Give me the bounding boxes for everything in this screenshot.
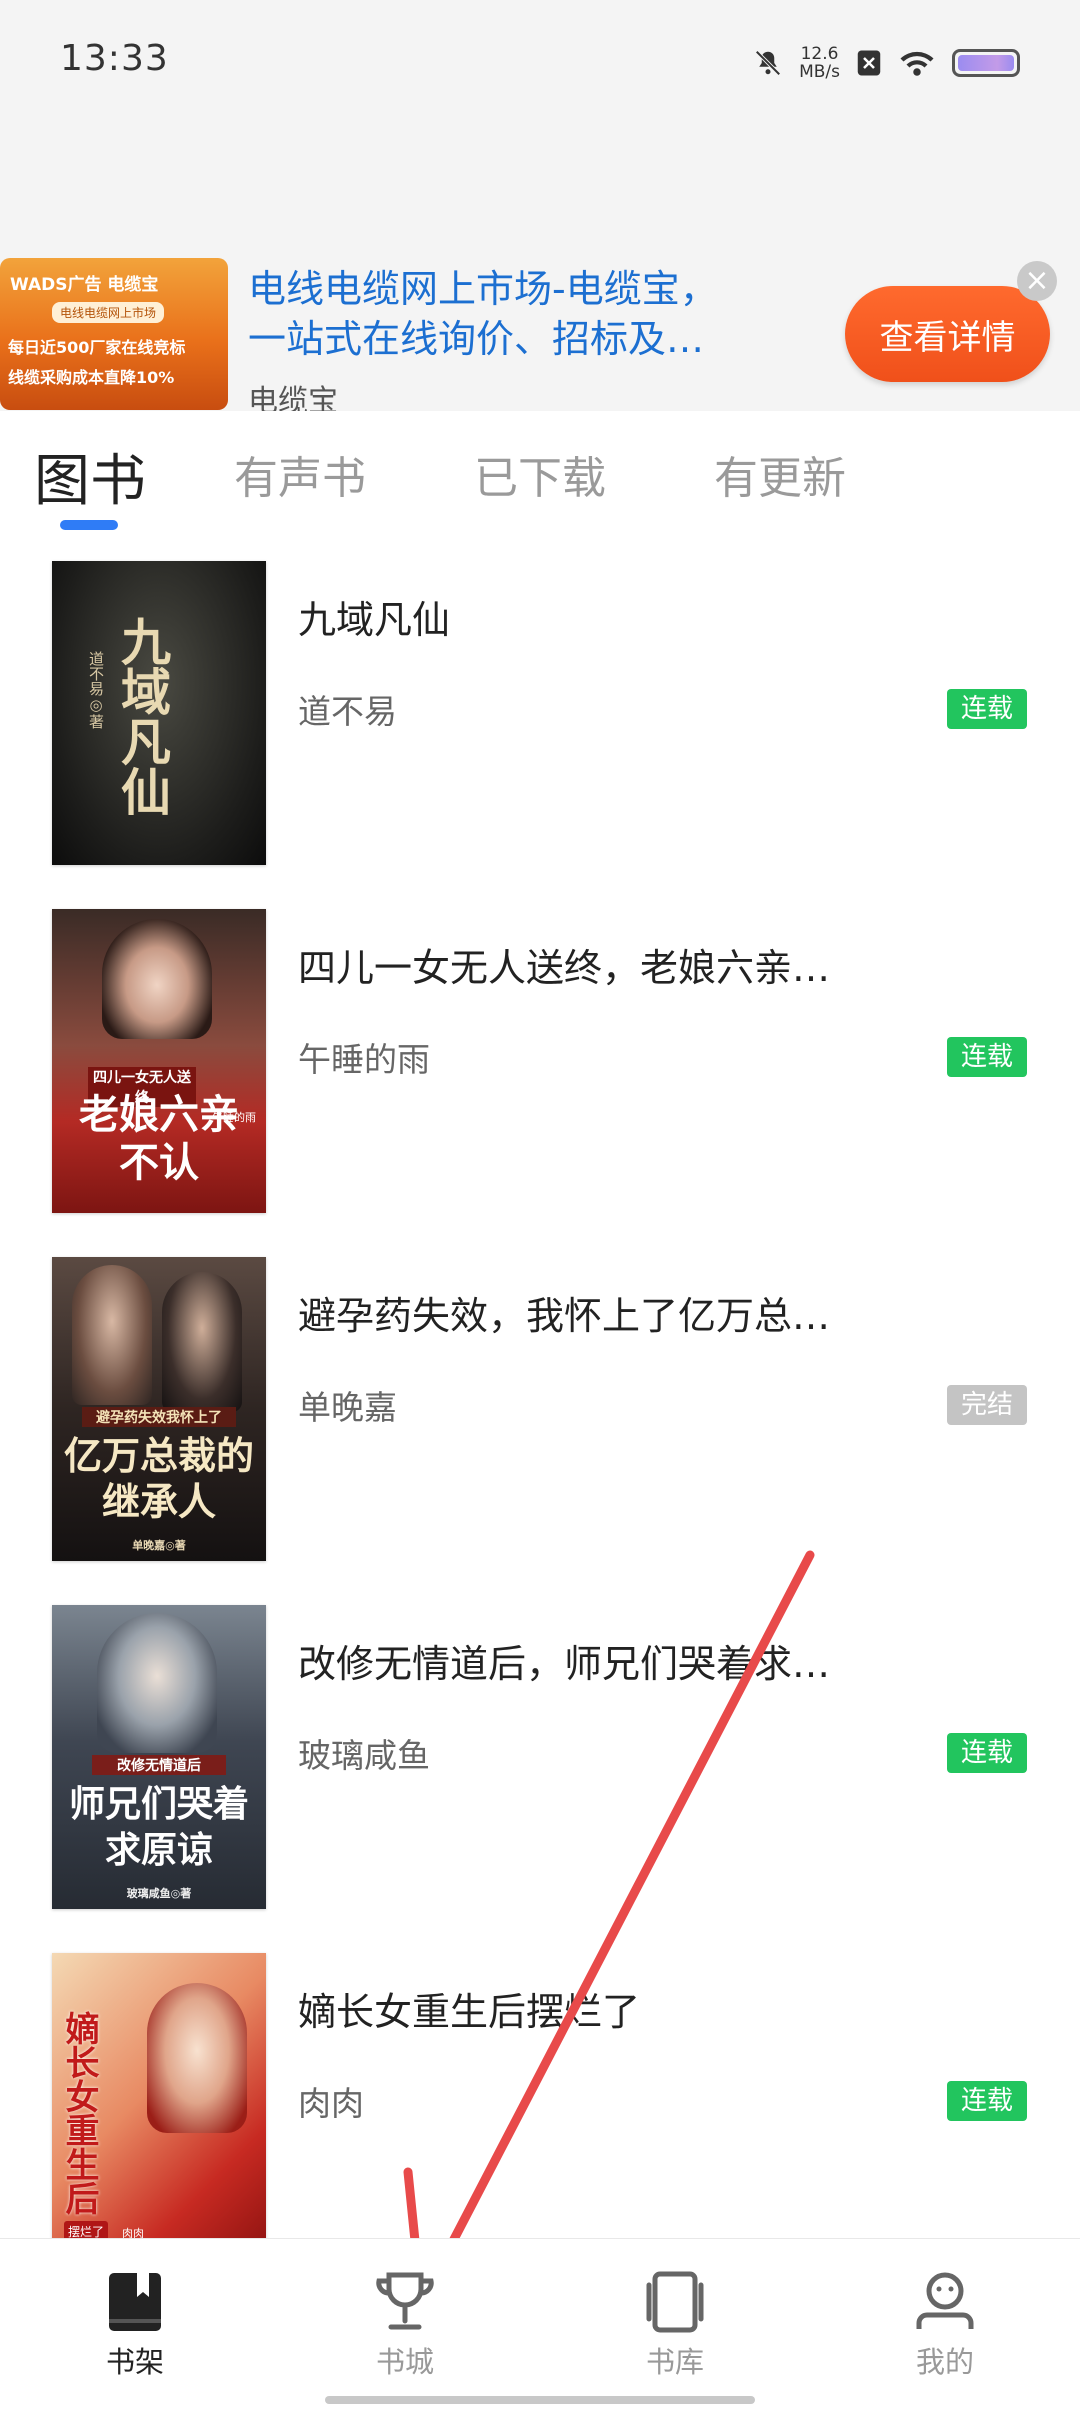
nav-bookshelf[interactable]: 书架 [0, 2239, 270, 2389]
book-cover[interactable]: 避孕药失效我怀上了 亿万总裁的继承人 单晚嘉◎著 [52, 1257, 266, 1561]
book-cover[interactable]: 嫡长女重生后 摆烂了 肉肉 [52, 1953, 266, 2257]
tab-active-indicator [60, 520, 118, 530]
status-time: 13:33 [60, 38, 169, 79]
tab-downloaded[interactable]: 已下载 [474, 442, 606, 506]
book-cover[interactable]: 改修无情道后 师兄们哭着求原谅 玻璃咸鱼◎著 [52, 1605, 266, 1909]
list-item[interactable]: 九域凡仙 道不易◎著 九域凡仙 道不易 连载 [0, 545, 1080, 893]
ad-banner[interactable]: WADS广告 电缆宝 电线电缆网上市场 每日近500厂家在线竞标 线缆采购成本直… [0, 256, 1080, 411]
mute-bell-icon [753, 48, 783, 78]
cover-title: 亿万总裁的继承人 [63, 1433, 254, 1524]
status-badge: 连载 [947, 689, 1028, 729]
cover-author: 午睡的雨 [212, 1111, 256, 1124]
ad-cta-button[interactable]: 查看详情 [845, 286, 1050, 382]
bookshelf-icon [109, 2273, 161, 2331]
profile-icon [916, 2272, 974, 2329]
nav-profile-label: 我的 [915, 2345, 974, 2379]
status-badge: 连载 [947, 1733, 1028, 1773]
book-title: 嫡长女重生后摆烂了 [298, 1990, 641, 2034]
ad-source: 电缆宝 [248, 384, 338, 411]
ad-thumb-line2: 线缆采购成本直降10% [8, 368, 175, 387]
ad-thumb-brand: WADS广告 电缆宝 [10, 275, 159, 295]
status-badge: 连载 [947, 1037, 1028, 1077]
ad-thumb-tag: 电线电缆网上市场 [52, 302, 165, 323]
cover-illustration [147, 1983, 247, 2133]
bottom-nav: 书架 书城 书库 我的 [0, 2238, 1080, 2409]
cover-illustration [102, 919, 212, 1039]
ad-title-line2: 一站式在线询价、招标及… [248, 317, 705, 361]
ad-thumbnail[interactable]: WADS广告 电缆宝 电线电缆网上市场 每日近500厂家在线竞标 线缆采购成本直… [0, 258, 228, 410]
close-box-icon [856, 48, 882, 78]
ad-title-line1: 电线电缆网上市场-电缆宝， [248, 267, 718, 311]
nav-profile[interactable]: 我的 [810, 2239, 1080, 2389]
nav-bookstore[interactable]: 书城 [270, 2239, 540, 2389]
nav-bookshelf-label: 书架 [105, 2345, 164, 2379]
book-title: 九域凡仙 [298, 598, 451, 642]
net-speed-value: 12.6 [800, 44, 839, 64]
cover-illustration-left [72, 1265, 152, 1405]
tab-updated[interactable]: 有更新 [714, 442, 846, 506]
cover-author: 玻璃咸鱼◎著 [126, 1887, 192, 1900]
list-item[interactable]: 改修无情道后 师兄们哭着求原谅 玻璃咸鱼◎著 改修无情道后，师兄们哭着求… 玻璃… [0, 1589, 1080, 1937]
nav-bookstore-label: 书城 [375, 2345, 434, 2379]
ad-close-icon[interactable]: × [1017, 261, 1057, 301]
net-speed-unit: MB/s [799, 62, 840, 82]
cover-author: 单晚嘉◎著 [132, 1539, 186, 1552]
cover-title: 老娘六亲不认 [79, 1091, 239, 1186]
book-author: 午睡的雨 [298, 1040, 430, 1079]
cover-author: 道不易◎著 [87, 651, 105, 729]
cover-subtitle: 避孕药失效我怀上了 [82, 1407, 236, 1427]
book-cover[interactable]: 九域凡仙 道不易◎著 [52, 561, 266, 865]
net-speed: 12.6 MB/s [799, 45, 840, 81]
list-item[interactable]: 嫡长女重生后 摆烂了 肉肉 嫡长女重生后摆烂了 肉肉 连载 [0, 1937, 1080, 2285]
cover-illustration-right [162, 1272, 242, 1412]
book-title: 四儿一女无人送终，老娘六亲… [298, 946, 831, 990]
status-badge: 完结 [947, 1385, 1028, 1425]
book-title: 避孕药失效，我怀上了亿万总… [298, 1294, 831, 1338]
tab-books[interactable]: 图书 [34, 436, 146, 517]
tablet-icon [646, 2271, 704, 2333]
cover-subtitle: 改修无情道后 [92, 1755, 226, 1775]
list-item[interactable]: 避孕药失效我怀上了 亿万总裁的继承人 单晚嘉◎著 避孕药失效，我怀上了亿万总… … [0, 1241, 1080, 1589]
nav-library[interactable]: 书库 [540, 2239, 810, 2389]
ad-thumb-line1: 每日近500厂家在线竞标 [8, 338, 186, 357]
cover-illustration [97, 1613, 217, 1753]
tab-audiobooks[interactable]: 有声书 [234, 442, 366, 506]
nav-library-label: 书库 [645, 2345, 704, 2379]
trophy-icon [376, 2272, 434, 2330]
book-author: 道不易 [298, 692, 397, 731]
book-author: 肉肉 [298, 2084, 364, 2123]
status-badge: 连载 [947, 2081, 1028, 2121]
cover-title: 九域凡仙 [113, 616, 172, 816]
home-indicator[interactable] [325, 2396, 755, 2404]
book-title: 改修无情道后，师兄们哭着求… [298, 1642, 831, 1686]
cover-title: 师兄们哭着求原谅 [68, 1783, 249, 1871]
battery-icon [952, 49, 1020, 77]
book-author: 玻璃咸鱼 [298, 1736, 430, 1775]
list-item[interactable]: 四儿一女无人送终 老娘六亲不认 午睡的雨 四儿一女无人送终，老娘六亲… 午睡的雨… [0, 893, 1080, 1241]
status-icons: 12.6 MB/s [753, 40, 1020, 86]
tab-bar: 图书 有声书 已下载 有更新 [0, 412, 1080, 532]
cover-title: 嫡长女重生后 [59, 2011, 99, 2215]
book-author: 单晚嘉 [298, 1388, 397, 1427]
wifi-icon [898, 48, 936, 78]
status-bar: 13:33 12.6 MB/s [0, 0, 1080, 130]
ad-title[interactable]: 电线电缆网上市场-电缆宝， 一站式在线询价、招标及… [248, 264, 808, 364]
top-spacer [0, 130, 1080, 256]
book-cover[interactable]: 四儿一女无人送终 老娘六亲不认 午睡的雨 [52, 909, 266, 1213]
